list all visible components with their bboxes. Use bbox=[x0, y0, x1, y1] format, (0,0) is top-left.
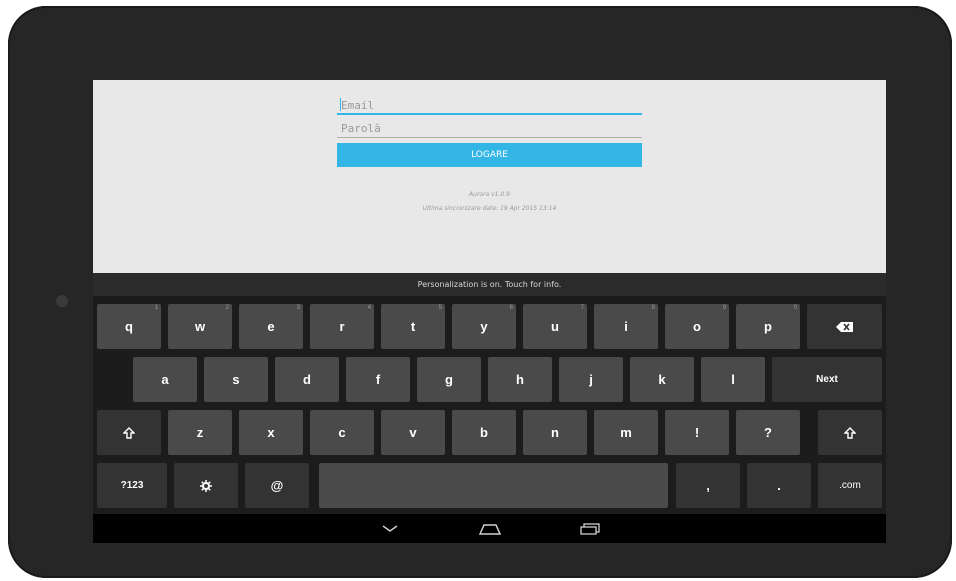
login-screen: Email Parolă LOGARE Aurora v1.0.9 Ultima… bbox=[93, 80, 886, 273]
key-l[interactable]: l bbox=[701, 357, 765, 402]
key-d[interactable]: d bbox=[275, 357, 339, 402]
key-exclamation[interactable]: ! bbox=[665, 410, 729, 455]
key-s[interactable]: s bbox=[204, 357, 268, 402]
key-a[interactable]: a bbox=[133, 357, 197, 402]
dotcom-key[interactable]: .com bbox=[818, 463, 882, 508]
email-placeholder: Email bbox=[341, 99, 375, 112]
email-field[interactable]: Email bbox=[337, 95, 642, 115]
back-chevron-icon bbox=[382, 524, 398, 532]
comma-key[interactable]: , bbox=[676, 463, 740, 508]
key-e[interactable]: e3 bbox=[239, 304, 303, 349]
key-u[interactable]: u7 bbox=[523, 304, 587, 349]
key-c[interactable]: c bbox=[310, 410, 374, 455]
tablet-frame: Email Parolă LOGARE Aurora v1.0.9 Ultima… bbox=[8, 6, 952, 578]
key-f[interactable]: f bbox=[346, 357, 410, 402]
last-sync-text: Ultima sincronizare date: 19 Apr 2015 13… bbox=[422, 205, 557, 212]
screen: Email Parolă LOGARE Aurora v1.0.9 Ultima… bbox=[93, 80, 886, 543]
key-t[interactable]: t5 bbox=[381, 304, 445, 349]
period-key[interactable]: . bbox=[747, 463, 811, 508]
home-icon bbox=[479, 523, 501, 535]
password-placeholder: Parolă bbox=[341, 122, 381, 135]
key-x[interactable]: x bbox=[239, 410, 303, 455]
camera-icon bbox=[56, 295, 68, 307]
gear-icon bbox=[200, 479, 212, 492]
suggestion-strip[interactable]: Personalization is on. Touch for info. bbox=[93, 273, 886, 296]
key-v[interactable]: v bbox=[381, 410, 445, 455]
shift-icon bbox=[123, 426, 135, 439]
key-y[interactable]: y6 bbox=[452, 304, 516, 349]
back-button[interactable] bbox=[372, 514, 408, 543]
key-z[interactable]: z bbox=[168, 410, 232, 455]
key-g[interactable]: g bbox=[417, 357, 481, 402]
email-underline bbox=[337, 113, 642, 115]
at-key[interactable]: @ bbox=[245, 463, 309, 508]
key-h[interactable]: h bbox=[488, 357, 552, 402]
settings-button[interactable] bbox=[174, 463, 238, 508]
key-m[interactable]: m bbox=[594, 410, 658, 455]
navigation-bar bbox=[93, 514, 886, 543]
backspace-button[interactable] bbox=[807, 304, 882, 349]
password-underline bbox=[337, 137, 642, 138]
shift-icon bbox=[844, 426, 856, 439]
key-q[interactable]: q1 bbox=[97, 304, 161, 349]
password-field[interactable]: Parolă bbox=[337, 118, 642, 138]
key-r[interactable]: r4 bbox=[310, 304, 374, 349]
recent-apps-button[interactable] bbox=[572, 514, 608, 543]
key-p[interactable]: p0 bbox=[736, 304, 800, 349]
login-button[interactable]: LOGARE bbox=[337, 143, 642, 167]
key-k[interactable]: k bbox=[630, 357, 694, 402]
symbols-button[interactable]: ?123 bbox=[97, 463, 167, 508]
recent-apps-icon bbox=[580, 522, 600, 535]
shift-right-button[interactable] bbox=[818, 410, 882, 455]
key-o[interactable]: o9 bbox=[665, 304, 729, 349]
spacebar[interactable] bbox=[319, 463, 668, 508]
home-button[interactable] bbox=[472, 514, 508, 543]
app-version: Aurora v1.0.9 bbox=[469, 191, 510, 198]
shift-left-button[interactable] bbox=[97, 410, 161, 455]
soft-keyboard: Personalization is on. Touch for info. q… bbox=[93, 273, 886, 543]
next-button[interactable]: Next bbox=[772, 357, 882, 402]
key-w[interactable]: w2 bbox=[168, 304, 232, 349]
key-j[interactable]: j bbox=[559, 357, 623, 402]
key-n[interactable]: n bbox=[523, 410, 587, 455]
backspace-icon bbox=[835, 321, 853, 332]
key-b[interactable]: b bbox=[452, 410, 516, 455]
key-question[interactable]: ? bbox=[736, 410, 800, 455]
key-i[interactable]: i8 bbox=[594, 304, 658, 349]
